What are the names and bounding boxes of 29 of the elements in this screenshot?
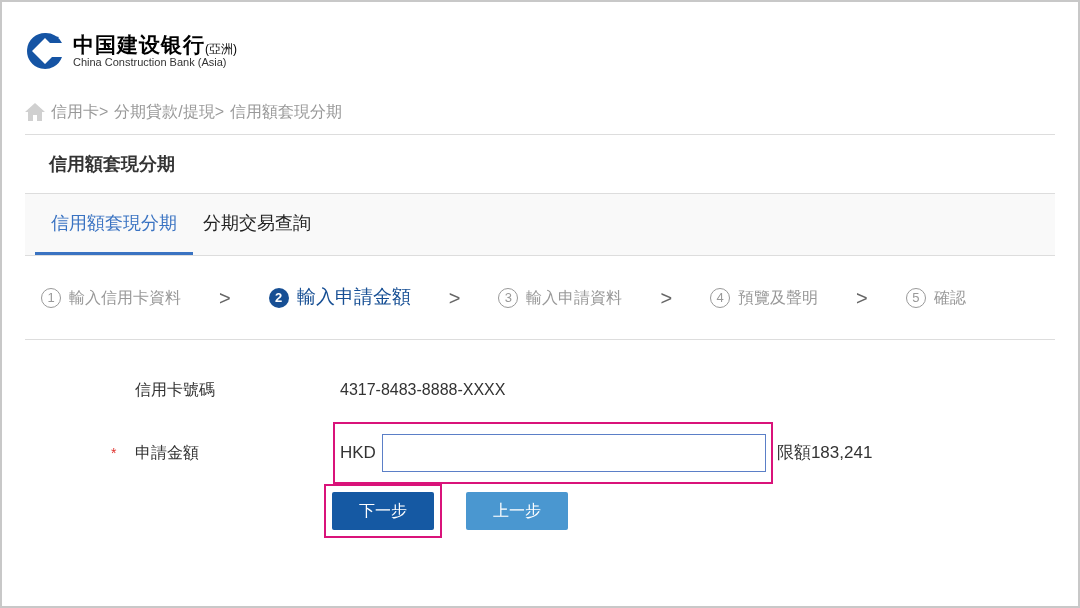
required-mark: * [111, 443, 118, 463]
step-label: 輸入申請金額 [296, 285, 411, 310]
field-label: 信用卡號碼 [135, 380, 216, 400]
page-title: 信用額套現分期 [47, 152, 176, 176]
card-number: 4317-8483-8888-XXXX [340, 380, 506, 400]
tab[interactable]: 信用額套現分期 [35, 194, 193, 255]
chevron-icon: > [219, 282, 231, 313]
bank-name: 中国建设银行 [73, 34, 205, 55]
step-button[interactable]: 上一步 [466, 492, 568, 530]
step-label: 輸入申請資料 [526, 287, 623, 308]
chevron-icon: > [856, 282, 868, 313]
amount-input[interactable] [381, 434, 766, 472]
bank-name-english: China Construction Bank (Asia) [73, 57, 228, 68]
breadcrumb-link[interactable]: 信用額套現分期 [230, 100, 343, 124]
step-number: 2 [268, 287, 289, 308]
field-label: 申請金額 [135, 443, 200, 463]
currency-label: HKD [340, 442, 376, 465]
bank-logo-icon [25, 31, 65, 71]
step-label: 確認 [933, 287, 966, 308]
step-label: 預覽及聲明 [738, 287, 819, 308]
breadcrumb-link[interactable]: 信用卡> [51, 100, 109, 124]
tab[interactable]: 分期交易查詢 [193, 194, 321, 255]
step-button[interactable]: 下一步 [332, 492, 434, 530]
limit-text: 限額183,241 [776, 442, 873, 465]
chevron-icon: > [660, 282, 673, 313]
bank-name-suffix: (亞洲) [205, 43, 237, 55]
breadcrumb-link[interactable]: 分期貸款/提現> [114, 100, 225, 124]
chevron-icon: > [448, 282, 461, 313]
step-label: 輸入信用卡資料 [69, 287, 181, 308]
